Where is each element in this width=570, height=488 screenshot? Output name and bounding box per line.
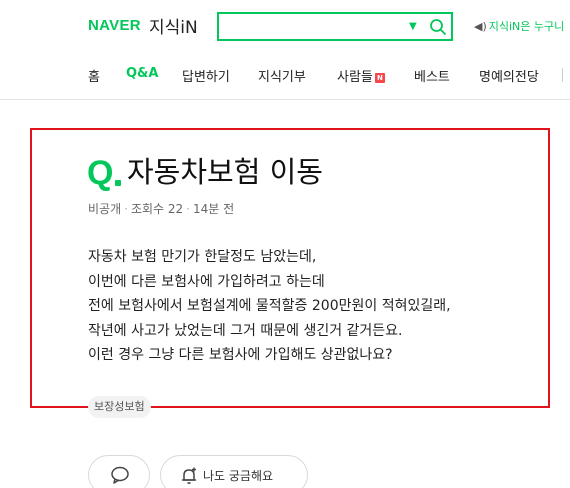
meta-separator: · [186,202,190,216]
body-line: 이번에 다른 보험사에 가입하려고 하는데 [88,273,325,290]
meta-separator: · [124,202,128,216]
comment-button[interactable] [88,455,150,488]
nav-donate[interactable]: 지식기부 [258,66,306,85]
curious-label: 나도 궁금해요 [203,469,274,483]
nav-people-label: 사람들 [337,70,373,85]
nav-best[interactable]: 베스트 [414,66,450,85]
curious-button[interactable]: 나도 궁금해요 [160,455,308,488]
body-line: 작년에 사고가 났었는데 그거 때문에 생긴거 같거든요. [88,322,403,339]
nav-divider [562,68,563,82]
search-icon[interactable] [429,18,447,36]
nav-home[interactable]: 홈 [88,66,100,85]
question-q-mark: Q [87,154,114,192]
question-meta: 비공개 · 조회수 22 · 14분 전 [88,200,234,217]
nav-answer[interactable]: 답변하기 [182,66,230,85]
new-badge: N [374,72,385,83]
q-dot [115,180,121,186]
body-line: 이런 경우 그냥 다른 보험사에 가입해도 상관없나요? [88,347,393,363]
search-dropdown-icon[interactable]: ▼ [409,16,417,37]
speaker-icon: ◀) [474,20,487,33]
search-input[interactable] [223,16,403,37]
body-line: 자동차 보험 만기가 한달정도 남았는데, [88,249,317,265]
view-count: 조회수 22 [130,202,184,216]
top-header: NAVER 지식iN ▼ ◀) 지식iN은 누구니 [0,0,570,52]
notice-text: 지식iN은 누구니 [488,20,565,33]
naver-logo[interactable]: NAVER [88,17,141,34]
tag-chip[interactable]: 보장성보험 [88,396,151,418]
author: 비공개 [88,202,122,216]
question-body: 자동차 보험 만기가 한달정도 남았는데, 이번에 다른 보험사에 가입하려고 … [88,245,451,368]
nav-qna[interactable]: Q&A [126,66,158,81]
comment-icon [111,466,129,484]
question-title: 자동차보험 이동 [127,155,323,189]
search-box: ▼ [217,12,453,41]
nav-people[interactable]: 사람들 N [337,66,385,85]
body-line: 전에 보험사에서 보험설계에 물적할증 200만원이 적혀있길래, [88,298,451,314]
notice-link[interactable]: ◀) 지식iN은 누구니 [474,18,564,34]
bell-plus-icon [181,467,197,484]
nav-hall-of-fame[interactable]: 명예의전당 [479,66,539,85]
post-time: 14분 전 [193,202,235,216]
main-nav: 홈 Q&A 답변하기 지식기부 사람들 N 베스트 명예의전당 [0,52,570,100]
kin-logo[interactable]: 지식iN [149,13,198,38]
